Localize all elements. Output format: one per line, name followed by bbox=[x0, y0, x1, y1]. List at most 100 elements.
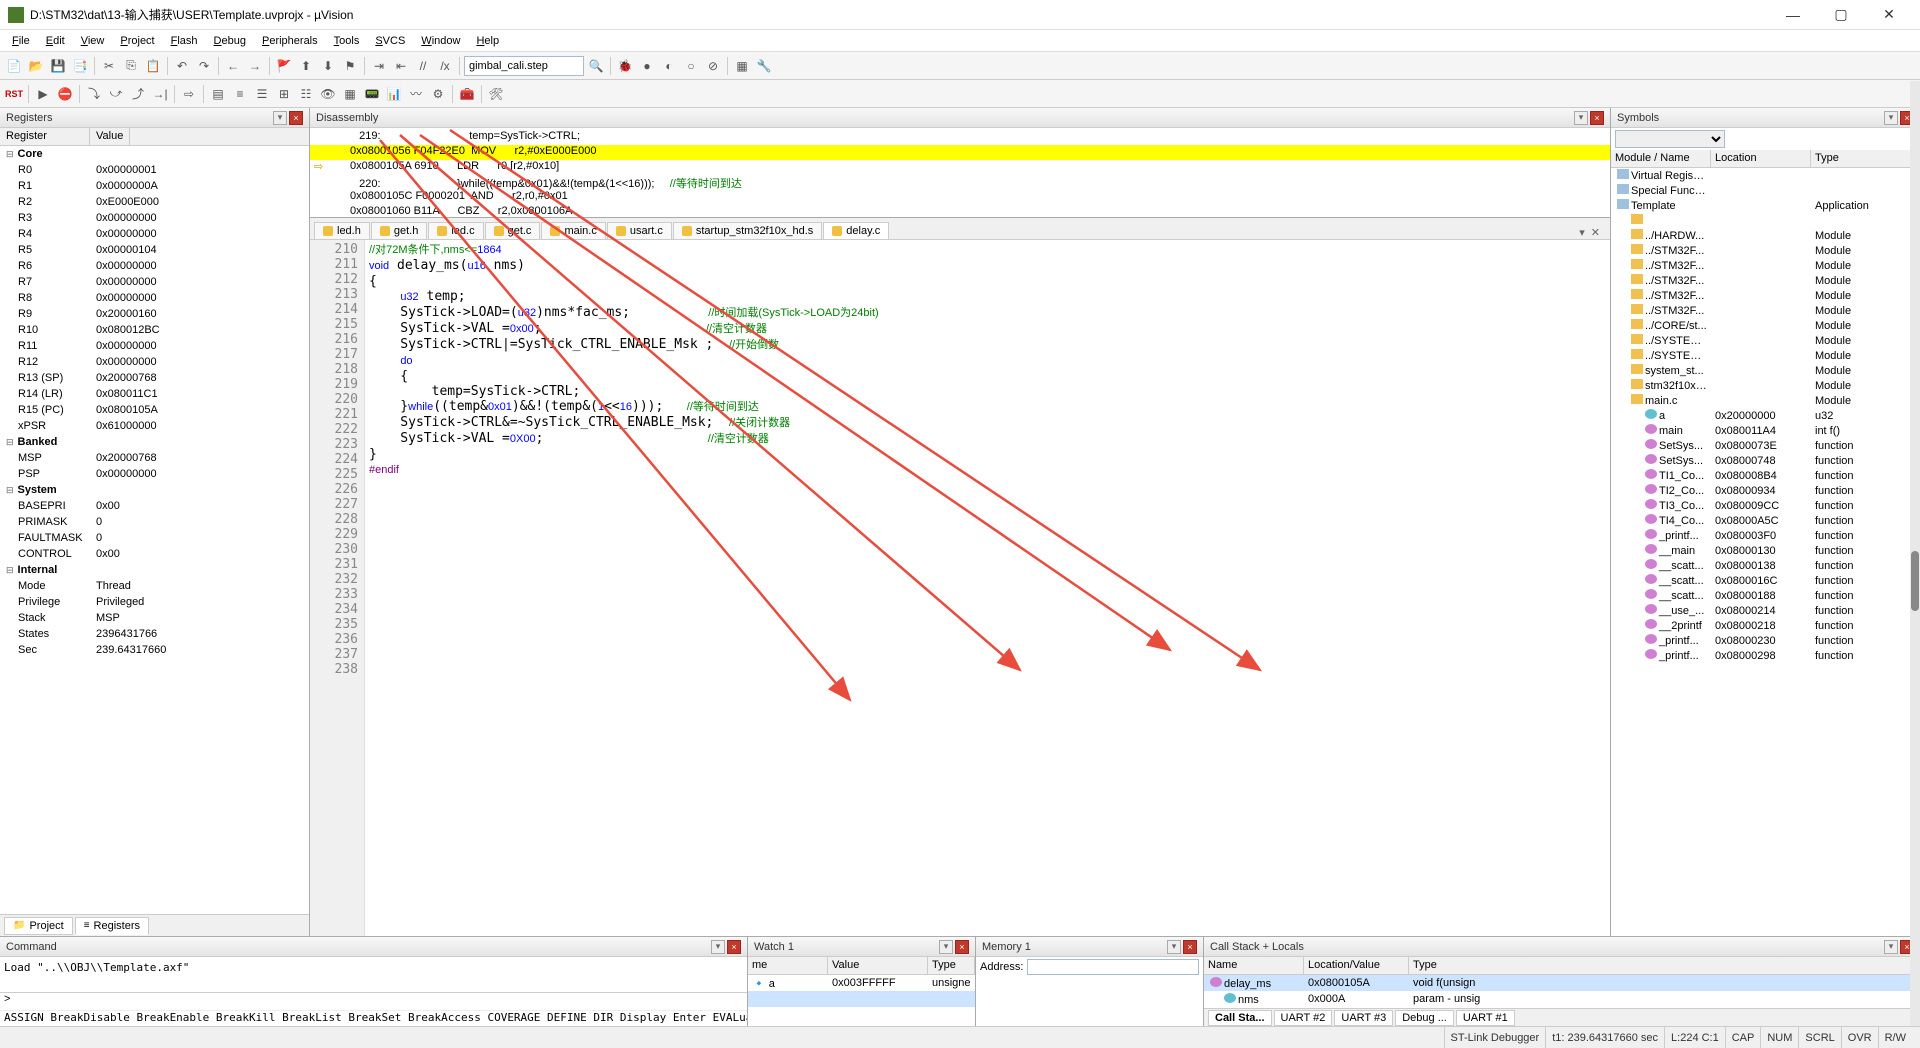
editor-tab[interactable]: usart.c bbox=[607, 222, 672, 239]
reg-row[interactable]: StackMSP bbox=[0, 610, 309, 626]
symbol-row[interactable]: __scatt...0x08000188function bbox=[1611, 588, 1920, 603]
minimize-button[interactable]: — bbox=[1770, 0, 1816, 30]
menu-edit[interactable]: Edit bbox=[38, 33, 73, 49]
menu-window[interactable]: Window bbox=[413, 33, 468, 49]
symbol-row[interactable]: a0x20000000u32 bbox=[1611, 408, 1920, 423]
symbols-win-icon[interactable]: ☰ bbox=[252, 84, 272, 104]
tab-list-icon[interactable]: ▾ bbox=[1579, 226, 1585, 239]
reg-group[interactable]: Core bbox=[0, 146, 309, 162]
pane-pin-icon[interactable]: ▾ bbox=[1574, 111, 1588, 125]
symbol-row[interactable]: __scatt...0x08000138function bbox=[1611, 558, 1920, 573]
bottom-tab[interactable]: Call Sta... bbox=[1208, 1010, 1272, 1026]
rst-icon[interactable]: RST bbox=[4, 84, 24, 104]
reg-row[interactable]: R80x00000000 bbox=[0, 290, 309, 306]
menu-debug[interactable]: Debug bbox=[206, 33, 254, 49]
menu-svcs[interactable]: SVCS bbox=[367, 33, 413, 49]
show-pc-icon[interactable]: ⇨ bbox=[179, 84, 199, 104]
symbol-row[interactable]: ../STM32F...Module bbox=[1611, 258, 1920, 273]
bp-kill-icon[interactable]: ⊘ bbox=[703, 56, 723, 76]
reg-row[interactable]: States2396431766 bbox=[0, 626, 309, 642]
watch-add-row[interactable] bbox=[748, 991, 975, 1007]
reg-row[interactable]: R100x080012BC bbox=[0, 322, 309, 338]
registers-win-icon[interactable]: ⊞ bbox=[274, 84, 294, 104]
pane-pin-icon[interactable]: ▾ bbox=[1884, 111, 1898, 125]
bookmark-next-icon[interactable]: ⬇ bbox=[318, 56, 338, 76]
symbol-row[interactable]: __use_...0x08000214function bbox=[1611, 603, 1920, 618]
reg-group[interactable]: Internal bbox=[0, 562, 309, 578]
reg-row[interactable]: PrivilegePrivileged bbox=[0, 594, 309, 610]
toolbox-icon[interactable]: 🧰 bbox=[457, 84, 477, 104]
symbol-row[interactable]: SetSys...0x0800073Efunction bbox=[1611, 438, 1920, 453]
reg-row[interactable]: R20xE000E000 bbox=[0, 194, 309, 210]
memory-address-input[interactable] bbox=[1027, 959, 1199, 975]
run-to-cursor-icon[interactable]: →| bbox=[150, 84, 170, 104]
disasm-line[interactable]: 220: }while((temp&0x01)&&!(temp&(1<<16))… bbox=[310, 175, 1610, 190]
reg-row[interactable]: FAULTMASK0 bbox=[0, 530, 309, 546]
disasm-line[interactable]: 0x08001060 B11A CBZ r2,0x0800106A bbox=[310, 205, 1610, 217]
editor-tab[interactable]: startup_stm32f10x_hd.s bbox=[673, 222, 822, 239]
bottom-tab[interactable]: UART #1 bbox=[1456, 1010, 1515, 1026]
disasm-win-icon[interactable]: ≡ bbox=[230, 84, 250, 104]
symbol-row[interactable]: system_st...Module bbox=[1611, 363, 1920, 378]
symbols-filter[interactable] bbox=[1615, 130, 1725, 148]
registers-tree[interactable]: CoreR00x00000001R10x0000000AR20xE000E000… bbox=[0, 146, 309, 914]
symbol-row[interactable]: TI1_Co...0x080008B4function bbox=[1611, 468, 1920, 483]
reg-row[interactable]: R30x00000000 bbox=[0, 210, 309, 226]
reg-row[interactable]: R50x00000104 bbox=[0, 242, 309, 258]
reg-row[interactable]: R60x00000000 bbox=[0, 258, 309, 274]
run-icon[interactable]: ▶ bbox=[33, 84, 53, 104]
reg-group[interactable]: System bbox=[0, 482, 309, 498]
callstack-row[interactable]: delay_ms0x0800105Avoid f(unsign bbox=[1204, 975, 1920, 991]
symbol-row[interactable] bbox=[1611, 213, 1920, 228]
undo-icon[interactable]: ↶ bbox=[172, 56, 192, 76]
symbol-row[interactable]: TI4_Co...0x08000A5Cfunction bbox=[1611, 513, 1920, 528]
watch-win-icon[interactable]: 👁 bbox=[318, 84, 338, 104]
pane-close-icon[interactable]: × bbox=[727, 940, 741, 954]
memory-win-icon[interactable]: ▦ bbox=[340, 84, 360, 104]
editor-tab[interactable]: delay.c bbox=[823, 222, 889, 239]
disasm-line[interactable]: 0x0800105C F0000201 AND r2,r0,#0x01 bbox=[310, 190, 1610, 205]
disasm-line[interactable]: 219: temp=SysTick->CTRL; bbox=[310, 130, 1610, 145]
registers-tab[interactable]: ≡ Registers bbox=[75, 917, 149, 935]
pane-pin-icon[interactable]: ▾ bbox=[711, 940, 725, 954]
symbol-row[interactable]: SetSys...0x08000748function bbox=[1611, 453, 1920, 468]
symbols-scrollbar[interactable] bbox=[1910, 81, 1920, 1026]
reg-row[interactable]: BASEPRI0x00 bbox=[0, 498, 309, 514]
comment-icon[interactable]: // bbox=[413, 56, 433, 76]
cmd-win-icon[interactable]: ▤ bbox=[208, 84, 228, 104]
symbol-row[interactable]: TemplateApplication bbox=[1611, 198, 1920, 213]
pane-close-icon[interactable]: × bbox=[289, 111, 303, 125]
editor-tab[interactable]: led.c bbox=[428, 222, 483, 239]
menu-help[interactable]: Help bbox=[468, 33, 507, 49]
nav-back-icon[interactable]: ← bbox=[223, 56, 243, 76]
disasm-line[interactable]: 0x08001056 F04F22E0 MOV r2,#0xE000E000 bbox=[310, 145, 1610, 160]
project-tab[interactable]: 📁 Project bbox=[4, 917, 73, 935]
bottom-tab[interactable]: UART #3 bbox=[1334, 1010, 1393, 1026]
pane-pin-icon[interactable]: ▾ bbox=[1884, 940, 1898, 954]
bookmark-clear-icon[interactable]: ⚑ bbox=[340, 56, 360, 76]
symbol-row[interactable]: ../CORE/st...Module bbox=[1611, 318, 1920, 333]
watch-row[interactable]: 🔹 a0x003FFFFFunsigne bbox=[748, 975, 975, 991]
bp-disable-icon[interactable]: ○ bbox=[681, 56, 701, 76]
disassembly-view[interactable]: 219: temp=SysTick->CTRL; 0x08001056 F04F… bbox=[310, 128, 1610, 217]
pane-close-icon[interactable]: × bbox=[955, 940, 969, 954]
cut-icon[interactable]: ✂ bbox=[99, 56, 119, 76]
reg-row[interactable]: R90x20000160 bbox=[0, 306, 309, 322]
new-icon[interactable]: 📄 bbox=[4, 56, 24, 76]
reg-row[interactable]: R70x00000000 bbox=[0, 274, 309, 290]
symbol-row[interactable]: ../STM32F...Module bbox=[1611, 243, 1920, 258]
callstack-list[interactable]: delay_ms0x0800105Avoid f(unsignnms0x000A… bbox=[1204, 975, 1920, 1008]
reg-row[interactable]: R10x0000000A bbox=[0, 178, 309, 194]
bookmark-icon[interactable]: 🚩 bbox=[274, 56, 294, 76]
step-over-icon[interactable]: ⤻ bbox=[106, 84, 126, 104]
symbol-row[interactable]: ../STM32F...Module bbox=[1611, 303, 1920, 318]
outdent-icon[interactable]: ⇤ bbox=[391, 56, 411, 76]
memory-view[interactable] bbox=[976, 977, 1203, 1026]
menu-project[interactable]: Project bbox=[112, 33, 162, 49]
symbol-row[interactable]: Virtual Registers bbox=[1611, 168, 1920, 183]
periph-win-icon[interactable]: ⚙ bbox=[428, 84, 448, 104]
reg-row[interactable]: PRIMASK0 bbox=[0, 514, 309, 530]
stop-icon[interactable]: ⛔ bbox=[55, 84, 75, 104]
reg-row[interactable]: R110x00000000 bbox=[0, 338, 309, 354]
editor-tab[interactable]: get.c bbox=[485, 222, 541, 239]
